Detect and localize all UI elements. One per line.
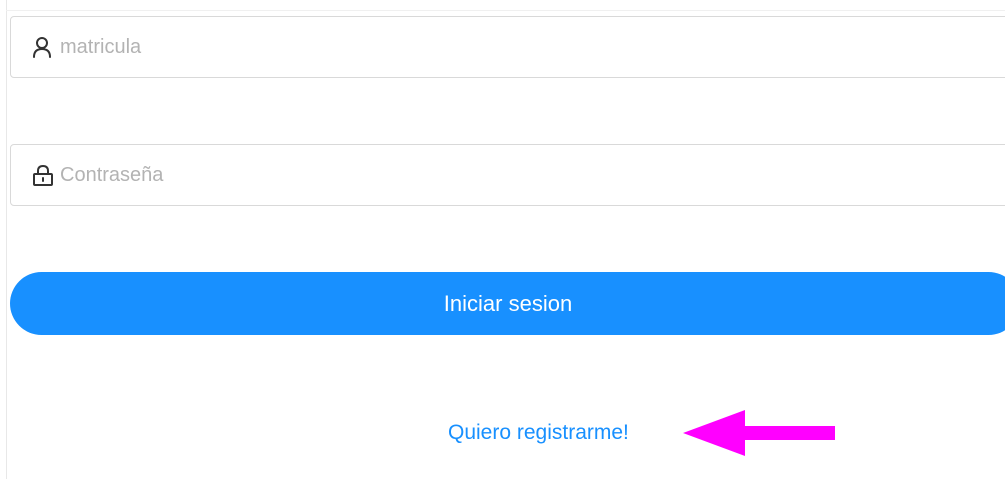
password-field[interactable] xyxy=(10,144,1005,206)
annotation-arrow-icon xyxy=(683,410,835,456)
password-input[interactable] xyxy=(60,163,960,187)
username-field[interactable] xyxy=(10,16,1005,78)
panel-left-border xyxy=(6,0,7,479)
user-icon xyxy=(32,36,54,58)
login-button[interactable]: Iniciar sesion xyxy=(10,272,1005,335)
username-input[interactable] xyxy=(60,35,960,59)
panel-top-border xyxy=(6,10,1005,11)
register-link[interactable]: Quiero registrarme! xyxy=(448,421,629,445)
login-panel: Iniciar sesion Quiero registrarme! xyxy=(0,0,1005,479)
lock-icon xyxy=(32,164,54,186)
